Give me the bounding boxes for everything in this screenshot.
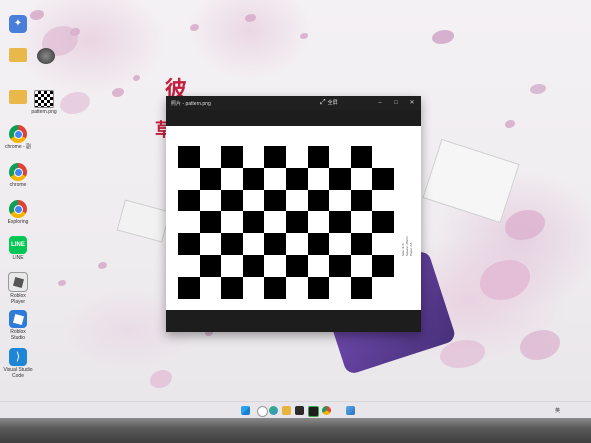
close-icon: ✕: [409, 100, 415, 106]
fine-print-line: Paper: A4: [409, 242, 413, 256]
taskbar: 英: [0, 401, 591, 419]
desktop-icon-label: Visual Studio Code: [3, 367, 33, 379]
checker-square: [178, 233, 200, 255]
image-canvas[interactable]: Size: 9×6 Square: 25mm Paper: A4: [166, 126, 421, 310]
desktop-icon-exploring[interactable]: Exploring: [3, 200, 33, 225]
checker-square: [329, 255, 351, 277]
checker-square: [350, 233, 373, 255]
checker-square: [264, 233, 286, 255]
window-titlebar[interactable]: 照片 - pattern.png ⤢ 全屏 – □ ✕: [166, 96, 421, 110]
window-title: 照片 - pattern.png: [171, 101, 211, 107]
copilot-icon[interactable]: [269, 406, 278, 415]
tray-language[interactable]: 英: [555, 407, 560, 414]
roblox-studio-icon: [9, 310, 27, 328]
desktop-icon-roblox-player[interactable]: Roblox Player: [3, 272, 33, 305]
checker-square: [350, 146, 373, 168]
search-icon[interactable]: [257, 406, 268, 417]
checkerboard-icon: [34, 90, 54, 108]
checker-square: [372, 255, 394, 277]
desktop-icon-label: Roblox Player: [10, 293, 26, 305]
desktop-icon-label: chrome - 副: [4, 144, 32, 150]
checker-square: [307, 276, 330, 299]
desktop-icon-chrome[interactable]: chrome: [3, 163, 33, 188]
desktop-icon-label: pattern.png: [31, 109, 57, 115]
desktop-icon-pattern[interactable]: pattern.png: [30, 90, 58, 115]
pattern-fine-print: Size: 9×6 Square: 25mm Paper: A4: [401, 236, 413, 256]
desktop-icon-3d[interactable]: [32, 48, 60, 65]
checker-square: [307, 146, 330, 168]
roblox-icon: [8, 272, 28, 292]
checker-square: [199, 167, 222, 190]
line-icon: LINE: [9, 236, 27, 254]
checker-square: [221, 146, 243, 168]
checker-square: [264, 146, 286, 168]
checker-square: [286, 167, 308, 190]
terminal-icon[interactable]: [295, 406, 304, 415]
maximize-icon: □: [394, 100, 398, 106]
book-illustration: [422, 138, 520, 224]
checker-square: [372, 211, 394, 234]
desktop-icon-folder-2[interactable]: [3, 90, 33, 105]
desktop-icon-vscode[interactable]: ⟩ Visual Studio Code: [3, 348, 33, 379]
app-icon: ✦: [9, 15, 27, 33]
desktop-icon-label: LINE: [12, 255, 24, 261]
monitor-screen: 彼 草 ✦ chrome - 副 chrome Exploring LINE L…: [0, 0, 591, 419]
paper-illustration: [116, 199, 171, 243]
checker-square: [307, 233, 330, 255]
checker-square: [199, 211, 222, 234]
close-button[interactable]: ✕: [405, 98, 419, 108]
chrome-icon: [9, 200, 27, 218]
desktop-icon-line[interactable]: LINE LINE: [3, 236, 33, 261]
checker-square: [350, 276, 373, 299]
checker-square: [286, 211, 308, 234]
checker-square: [221, 276, 243, 299]
checker-square: [178, 146, 200, 168]
monitor-bezel: [0, 418, 591, 443]
desktop-icon-label: Roblox Studio: [10, 329, 26, 341]
fullscreen-button[interactable]: ⤢ 全屏: [320, 99, 338, 107]
desktop-icon-folder-1[interactable]: [3, 48, 33, 63]
photos-icon[interactable]: [346, 406, 355, 415]
checker-square: [264, 276, 286, 299]
desktop-icon-label: Exploring: [7, 219, 29, 225]
checker-square: [264, 189, 286, 212]
minimize-button[interactable]: –: [373, 98, 387, 108]
3d-icon: [37, 48, 55, 64]
start-icon[interactable]: [241, 406, 250, 415]
desktop-icon-app[interactable]: ✦: [3, 15, 33, 34]
maximize-button[interactable]: □: [389, 98, 403, 108]
desktop-icon-chrome-alt[interactable]: chrome - 副: [3, 125, 33, 150]
checker-square: [350, 189, 373, 212]
checker-square: [178, 276, 200, 299]
folder-icon: [9, 90, 27, 104]
checker-square: [178, 189, 200, 212]
terminal-icon[interactable]: [308, 406, 319, 417]
minimize-icon: –: [378, 100, 382, 106]
checker-square: [307, 189, 330, 212]
desktop-icon-label: chrome: [9, 182, 27, 188]
chrome-icon[interactable]: [322, 406, 331, 415]
checker-square: [199, 255, 222, 277]
desktop-icon-roblox-studio[interactable]: Roblox Studio: [3, 310, 33, 341]
photos-window[interactable]: 照片 - pattern.png ⤢ 全屏 – □ ✕ Size: 9×6 Squ…: [166, 96, 421, 332]
checker-square: [329, 211, 351, 234]
chrome-icon: [9, 163, 27, 181]
folder-icon[interactable]: [282, 406, 291, 415]
vscode-icon: ⟩: [9, 348, 27, 366]
checker-square: [242, 255, 265, 277]
checker-square: [221, 189, 243, 212]
checker-square: [329, 167, 351, 190]
fullscreen-label: 全屏: [327, 100, 338, 106]
checker-square: [242, 167, 265, 190]
checker-square: [242, 211, 265, 234]
chrome-icon: [9, 125, 27, 143]
checker-square: [221, 233, 243, 255]
folder-icon: [9, 48, 27, 62]
checker-square: [286, 255, 308, 277]
expand-icon: ⤢: [320, 99, 326, 106]
checker-square: [372, 167, 394, 190]
